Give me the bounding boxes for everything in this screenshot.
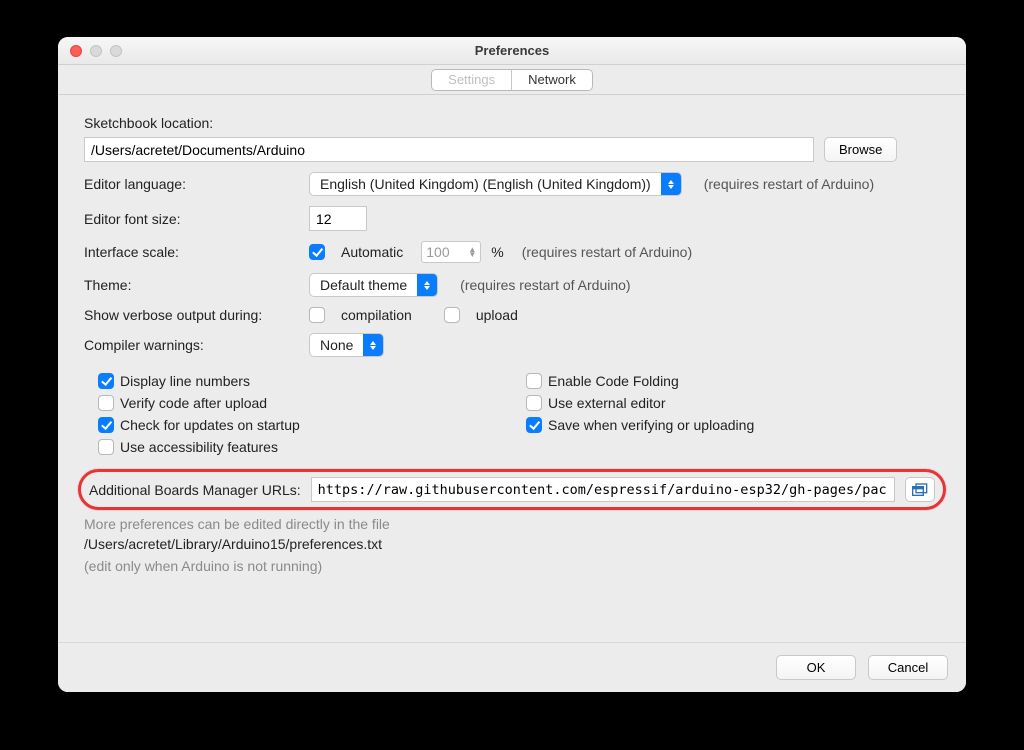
tab-segmented-control: Settings Network bbox=[431, 69, 593, 91]
scale-value: 100 bbox=[426, 244, 449, 260]
sketchbook-label: Sketchbook location: bbox=[84, 115, 940, 131]
window-stack-icon bbox=[912, 483, 928, 497]
chevron-updown-icon bbox=[417, 274, 437, 296]
editor-language-label: Editor language: bbox=[84, 176, 299, 192]
scale-percent-input[interactable]: 100 ▲▼ bbox=[421, 241, 481, 263]
tab-network[interactable]: Network bbox=[512, 70, 592, 90]
browse-button[interactable]: Browse bbox=[824, 137, 897, 162]
boards-url-label: Additional Boards Manager URLs: bbox=[89, 482, 301, 498]
percent-label: % bbox=[491, 244, 503, 260]
tab-bar: Settings Network bbox=[58, 65, 966, 95]
sketchbook-path-input[interactable] bbox=[84, 137, 814, 162]
verbose-label: Show verbose output during: bbox=[84, 307, 299, 323]
automatic-scale-checkbox[interactable] bbox=[309, 244, 325, 260]
chevron-updown-icon bbox=[661, 173, 681, 195]
upload-checkbox[interactable] bbox=[444, 307, 460, 323]
theme-select[interactable]: Default theme bbox=[309, 273, 438, 297]
check-updates-label: Check for updates on startup bbox=[120, 417, 300, 433]
stepper-icon: ▲▼ bbox=[468, 247, 476, 257]
compilation-label: compilation bbox=[341, 307, 412, 323]
accessibility-checkbox[interactable] bbox=[98, 439, 114, 455]
edit-only-hint: (edit only when Arduino is not running) bbox=[84, 558, 940, 574]
titlebar: Preferences bbox=[58, 37, 966, 65]
external-editor-label: Use external editor bbox=[548, 395, 666, 411]
font-size-input[interactable] bbox=[309, 206, 367, 231]
tab-settings[interactable]: Settings bbox=[432, 70, 512, 90]
compiler-warnings-value: None bbox=[320, 337, 353, 353]
check-updates-checkbox[interactable] bbox=[98, 417, 114, 433]
dialog-footer: OK Cancel bbox=[58, 642, 966, 692]
verify-after-upload-checkbox[interactable] bbox=[98, 395, 114, 411]
prefs-file-path: /Users/acretet/Library/Arduino15/prefere… bbox=[84, 536, 940, 552]
editor-language-select[interactable]: English (United Kingdom) (English (Unite… bbox=[309, 172, 682, 196]
save-on-verify-label: Save when verifying or uploading bbox=[548, 417, 754, 433]
font-size-label: Editor font size: bbox=[84, 211, 299, 227]
cancel-button[interactable]: Cancel bbox=[868, 655, 948, 680]
compilation-checkbox[interactable] bbox=[309, 307, 325, 323]
compiler-warnings-select[interactable]: None bbox=[309, 333, 384, 357]
code-folding-label: Enable Code Folding bbox=[548, 373, 679, 389]
line-numbers-checkbox[interactable] bbox=[98, 373, 114, 389]
scale-restart-hint: (requires restart of Arduino) bbox=[522, 244, 692, 260]
verify-after-upload-label: Verify code after upload bbox=[120, 395, 267, 411]
code-folding-checkbox[interactable] bbox=[526, 373, 542, 389]
chevron-updown-icon bbox=[363, 334, 383, 356]
settings-panel: Sketchbook location: Browse Editor langu… bbox=[58, 95, 966, 642]
more-prefs-hint: More preferences can be edited directly … bbox=[84, 516, 940, 532]
theme-value: Default theme bbox=[320, 277, 407, 293]
open-urls-dialog-button[interactable] bbox=[905, 477, 935, 502]
ok-button[interactable]: OK bbox=[776, 655, 856, 680]
editor-language-value: English (United Kingdom) (English (Unite… bbox=[320, 176, 651, 192]
compiler-warnings-label: Compiler warnings: bbox=[84, 337, 299, 353]
interface-scale-label: Interface scale: bbox=[84, 244, 299, 260]
theme-label: Theme: bbox=[84, 277, 299, 293]
save-on-verify-checkbox[interactable] bbox=[526, 417, 542, 433]
line-numbers-label: Display line numbers bbox=[120, 373, 250, 389]
accessibility-label: Use accessibility features bbox=[120, 439, 278, 455]
upload-label: upload bbox=[476, 307, 518, 323]
window-title: Preferences bbox=[58, 43, 966, 58]
external-editor-checkbox[interactable] bbox=[526, 395, 542, 411]
preferences-window: Preferences Settings Network Sketchbook … bbox=[58, 37, 966, 692]
theme-restart-hint: (requires restart of Arduino) bbox=[460, 277, 630, 293]
boards-url-row: Additional Boards Manager URLs: bbox=[78, 469, 946, 510]
boards-url-input[interactable] bbox=[311, 477, 895, 502]
automatic-label: Automatic bbox=[341, 244, 403, 260]
language-restart-hint: (requires restart of Arduino) bbox=[704, 176, 874, 192]
